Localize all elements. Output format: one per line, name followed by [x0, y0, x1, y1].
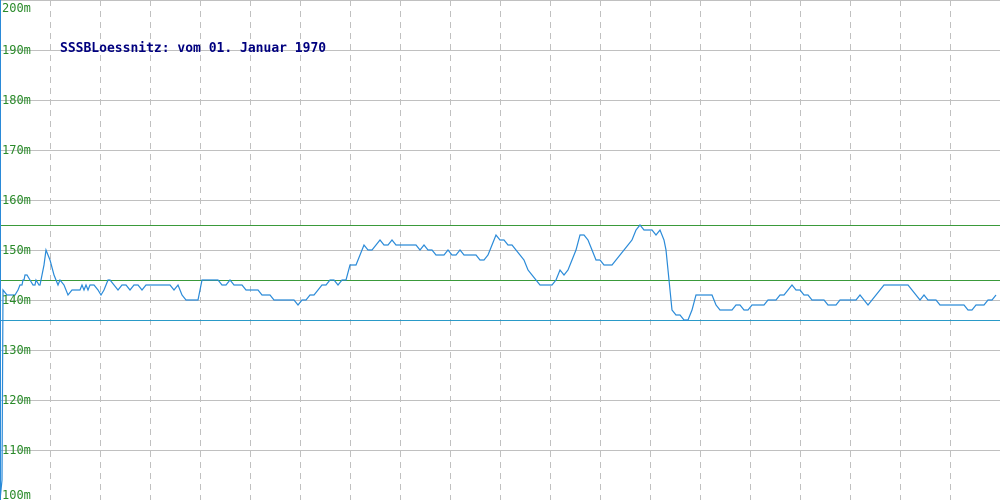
y-tick-label: 120m [2, 393, 31, 407]
chart: 100m 110m 120m 130m 140m 150m 160m 170m 180m 190m… [0, 0, 1000, 500]
y-tick-label: 130m [2, 343, 31, 357]
y-tick-label: 200m [2, 1, 31, 15]
y-tick-label: 100m [2, 488, 31, 500]
horizontal-grid [0, 0, 1000, 451]
series-line [0, 224, 997, 500]
y-tick-labels: 100m 110m 120m 130m 140m 150m 160m 170m 180m 190m… [2, 1, 31, 500]
y-tick-label: 170m [2, 143, 31, 157]
chart-title: SSSBLoessnitz: vom 01. Januar 1970 [60, 41, 326, 56]
y-tick-label: 150m [2, 243, 31, 257]
y-tick-label: 190m [2, 43, 31, 57]
y-tick-label: 110m [2, 443, 31, 457]
y-tick-label: 180m [2, 93, 31, 107]
y-tick-label: 140m [2, 293, 31, 307]
y-tick-label: 160m [2, 193, 31, 207]
